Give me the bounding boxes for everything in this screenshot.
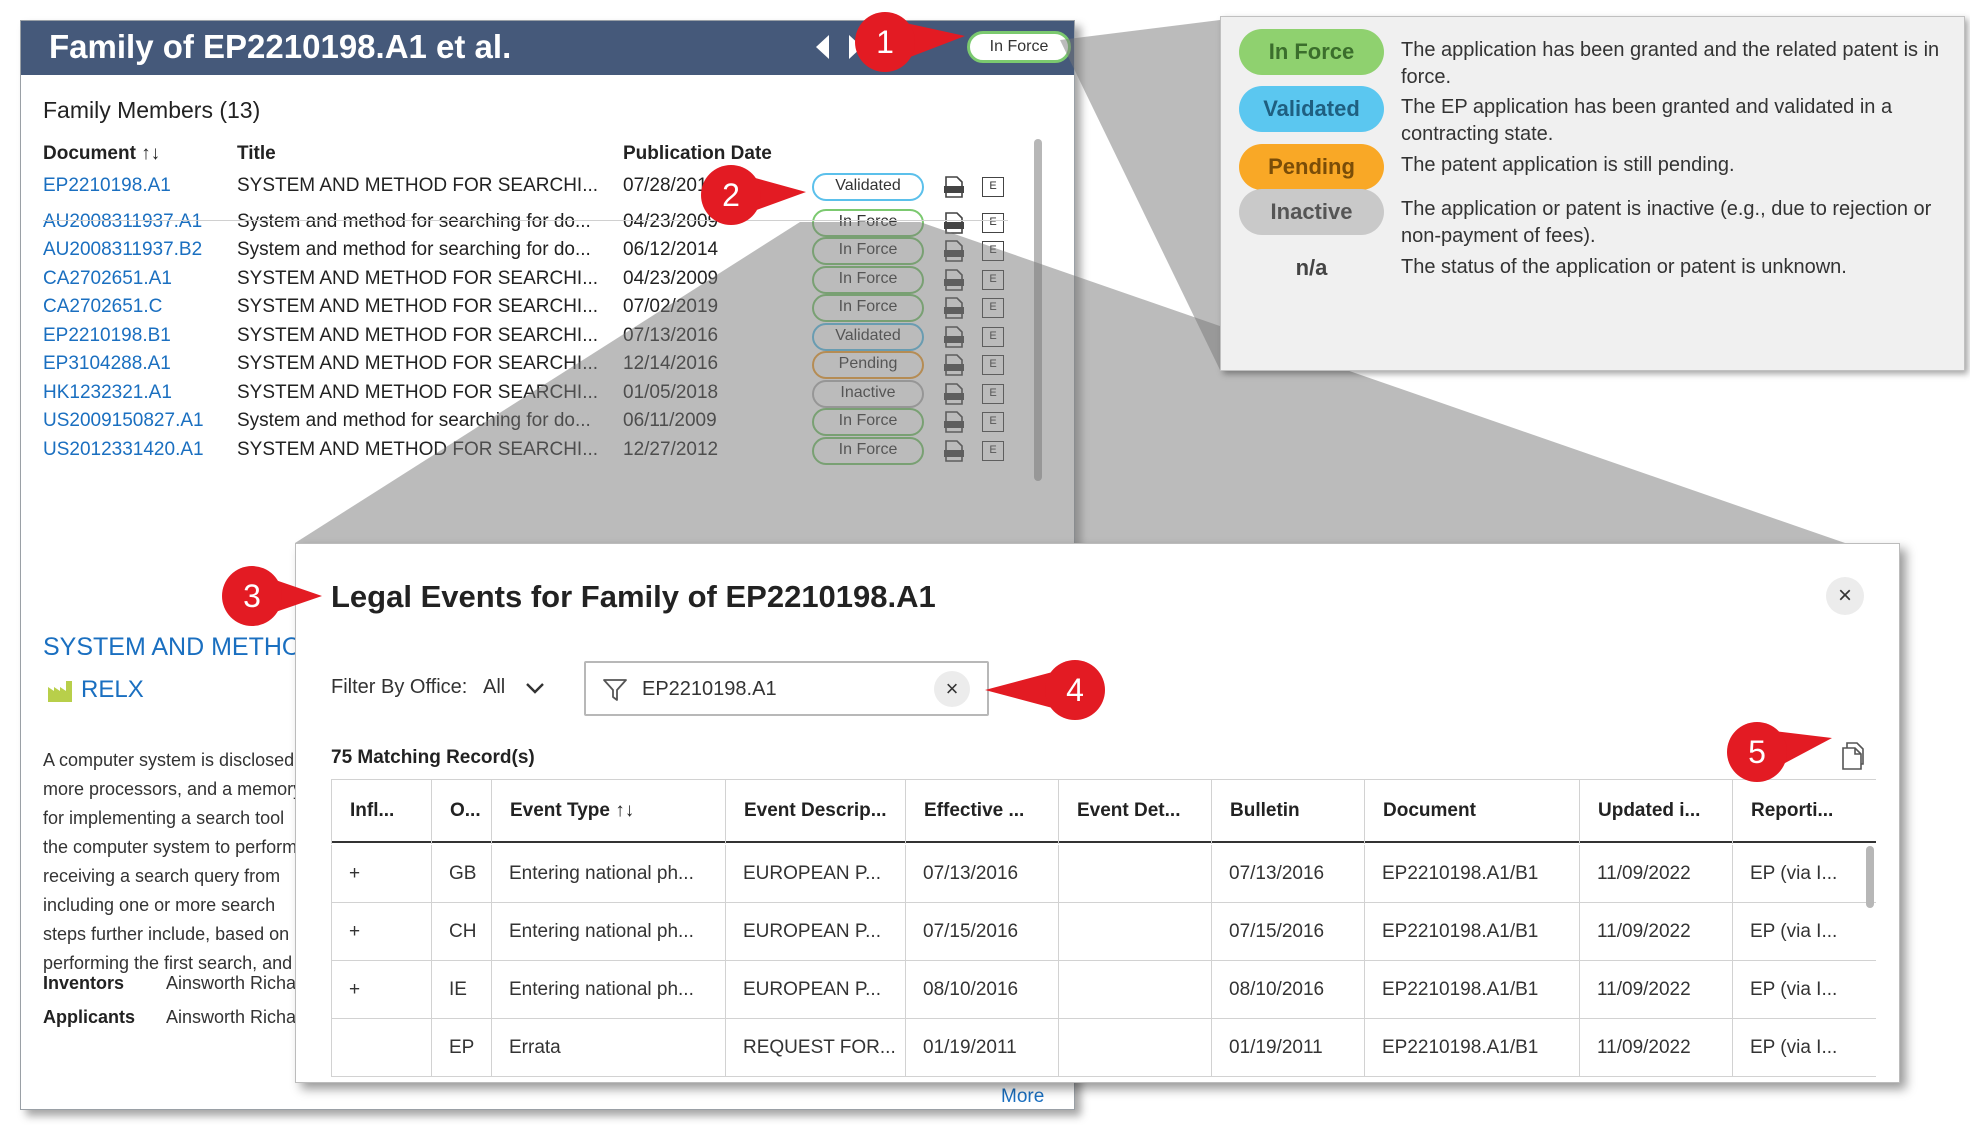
annotated-screenshot: Family of EP2210198.A1 et al. In Force F… xyxy=(0,0,1970,1125)
callout-number: 2 xyxy=(701,165,761,225)
callout-number: 1 xyxy=(855,12,915,72)
callout-number: 3 xyxy=(222,566,282,626)
callout-pointers xyxy=(252,18,1832,776)
callout-number: 5 xyxy=(1727,722,1787,782)
callout-number: 4 xyxy=(1045,660,1105,720)
